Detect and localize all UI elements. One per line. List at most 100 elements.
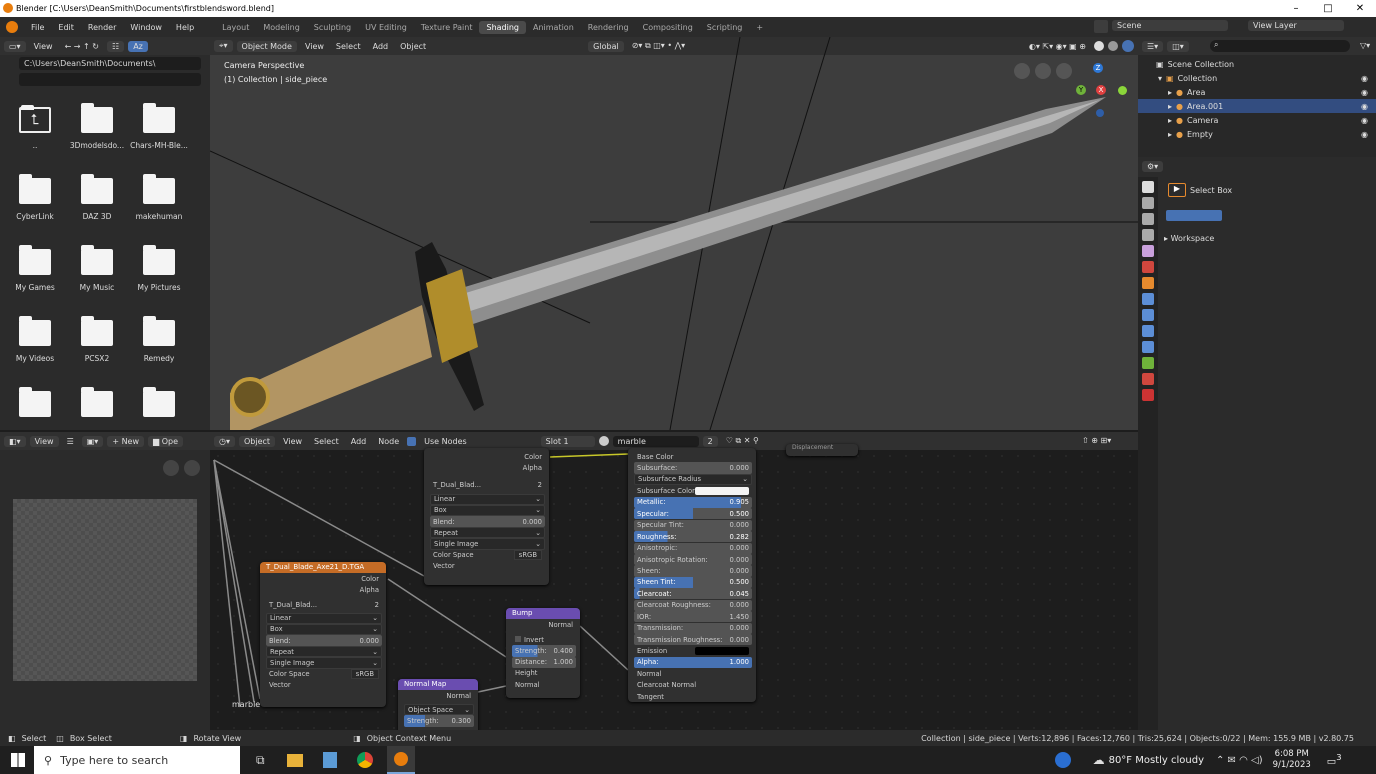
outliner-item[interactable]: ▸ ● Area ◉ xyxy=(1138,85,1376,99)
workspace-section[interactable]: ▸ Workspace xyxy=(1164,234,1214,243)
source-dropdown[interactable]: Single Image ⌄ xyxy=(266,657,382,669)
color-swatch[interactable] xyxy=(695,486,749,495)
distance-field[interactable]: Distance: 1.000 xyxy=(512,656,576,668)
constraints-tab-icon[interactable] xyxy=(1142,341,1154,353)
blend-field[interactable]: Blend: 0.000 xyxy=(266,634,382,647)
folder-item[interactable]: PCSX2 xyxy=(67,316,127,363)
strength-field[interactable]: Strength: 0.400 xyxy=(512,645,576,657)
bsdf-input-row[interactable]: Subsurface Radius ⌄ xyxy=(634,473,752,486)
folder-item[interactable]: 3Dmodelsdo... xyxy=(67,103,127,150)
image-canvas[interactable] xyxy=(13,499,197,681)
folder-item[interactable]: My Music xyxy=(67,245,127,292)
tab-animation[interactable]: Animation xyxy=(526,21,581,34)
invert-checkbox[interactable]: Invert xyxy=(512,634,576,645)
scene-icon[interactable] xyxy=(1094,20,1108,33)
tab-shading[interactable]: Shading xyxy=(479,20,526,34)
bsdf-input-row[interactable]: Sheen Tint: 0.500 xyxy=(634,576,752,588)
bsdf-input-row[interactable]: Sheen: 0.000 xyxy=(634,565,752,577)
add-workspace-button[interactable]: + xyxy=(749,21,770,34)
pan-hand-icon[interactable] xyxy=(1035,63,1051,79)
bsdf-input-row[interactable]: Clearcoat: 0.045 xyxy=(634,588,752,600)
notepad-icon[interactable] xyxy=(322,752,337,768)
tab-uv-editing[interactable]: UV Editing xyxy=(358,21,414,34)
image-view-menu[interactable]: View xyxy=(29,435,59,447)
bsdf-input-row[interactable]: Subsurface Color xyxy=(634,485,752,496)
view-layer-selector[interactable]: View Layer xyxy=(1248,20,1344,31)
space-dropdown[interactable]: Object Space ⌄ xyxy=(404,704,474,716)
interpolation-dropdown[interactable]: Linear ⌄ xyxy=(430,493,545,505)
normal-strength-field[interactable]: Strength: 0.300 xyxy=(404,715,474,727)
camera-view-icon[interactable] xyxy=(1014,63,1030,79)
selection-mode-buttons[interactable] xyxy=(1166,210,1222,221)
normal-map-node-title[interactable]: Normal Map xyxy=(398,679,478,690)
tab-layout[interactable]: Layout xyxy=(215,21,256,34)
zoom-icon[interactable] xyxy=(184,460,200,476)
file-explorer-icon[interactable] xyxy=(286,753,303,767)
new-image-button[interactable]: + New xyxy=(107,435,145,447)
visibility-eye-icon[interactable]: ◉ xyxy=(1361,74,1368,83)
task-view-icon[interactable]: ⧉ xyxy=(256,753,265,768)
folder-item[interactable]: Remedy xyxy=(129,316,189,363)
tab-compositing[interactable]: Compositing xyxy=(636,21,700,34)
gizmo-y-axis[interactable]: Y xyxy=(1076,85,1086,95)
image-browse-icon[interactable]: ▣▾ xyxy=(81,435,104,447)
folder-item[interactable]: ⮤.. xyxy=(5,105,65,150)
visibility-eye-icon[interactable]: ◉ xyxy=(1361,88,1368,97)
sort-icon[interactable]: Az xyxy=(128,40,148,52)
expand-arrow-icon[interactable]: ▸ xyxy=(1168,130,1172,139)
close-button[interactable]: ✕ xyxy=(1344,0,1376,17)
chrome-icon[interactable] xyxy=(356,752,373,768)
nav-arrows-icon[interactable]: ← → ↑ ↻ xyxy=(61,42,103,51)
visibility-eye-icon[interactable]: ◉ xyxy=(1361,102,1368,111)
view-layer-tab-icon[interactable] xyxy=(1142,229,1154,241)
scene-collection-row[interactable]: ▣ Scene Collection xyxy=(1138,57,1376,71)
menu-help[interactable]: Help xyxy=(169,23,201,32)
bsdf-input-row[interactable]: Alpha: 1.000 xyxy=(634,656,752,669)
scene-selector[interactable]: Scene xyxy=(1112,20,1228,31)
blend-field[interactable]: Blend: 0.000 xyxy=(430,515,545,528)
folder-item[interactable]: CyberLink xyxy=(5,174,65,221)
tab-rendering[interactable]: Rendering xyxy=(581,21,636,34)
data-tab-icon[interactable] xyxy=(1142,357,1154,369)
color-space-row[interactable]: Color Space sRGB xyxy=(266,669,382,680)
image-editor-type[interactable]: ◧▾ xyxy=(4,435,26,447)
editor-type-button[interactable]: ▭▾ xyxy=(4,40,26,52)
folder-item[interactable]: My Games xyxy=(5,245,65,292)
blender-taskbar-icon[interactable] xyxy=(386,746,415,774)
folder-item[interactable]: My Pictures xyxy=(129,245,189,292)
source-dropdown[interactable]: Single Image ⌄ xyxy=(430,538,545,550)
render-tab-icon[interactable] xyxy=(1142,197,1154,209)
projection-dropdown[interactable]: Box ⌄ xyxy=(430,504,545,516)
principled-bsdf-node[interactable]: Base Color Subsurface: 0.000 Subsurface Rad… xyxy=(628,448,756,702)
bsdf-input-row[interactable]: Transmission: 0.000 xyxy=(634,622,752,634)
bsdf-input-row[interactable]: Anisotropic Rotation: 0.000 xyxy=(634,553,752,566)
folder-item[interactable]: My Videos xyxy=(5,316,65,363)
image-selector[interactable]: T_Dual_Blad... 2 xyxy=(430,479,545,490)
bsdf-input-row[interactable]: Metallic: 0.905 xyxy=(634,496,752,508)
bump-node[interactable]: Bump Normal Invert Strength: 0.400 Distan… xyxy=(506,608,580,698)
notification-icon[interactable]: ▭3 xyxy=(1327,752,1342,767)
object-tab-icon[interactable] xyxy=(1142,277,1154,289)
bsdf-input-row[interactable]: Transmission Roughness: 0.000 xyxy=(634,634,752,646)
expand-arrow-icon[interactable]: ▾ xyxy=(1158,74,1162,83)
hamburger-icon[interactable]: ☰ xyxy=(63,437,78,446)
bsdf-input-row[interactable]: Emission xyxy=(634,645,752,656)
modifier-tab-icon[interactable] xyxy=(1142,293,1154,305)
bsdf-input-row[interactable]: Clearcoat Normal xyxy=(634,680,752,691)
outliner-search-input[interactable]: ⌕ xyxy=(1210,40,1350,52)
menu-window[interactable]: Window xyxy=(123,23,169,32)
physics-tab-icon[interactable] xyxy=(1142,325,1154,337)
folder-item[interactable]: makehuman xyxy=(129,174,189,221)
folder-item[interactable] xyxy=(5,387,65,425)
normal-map-node[interactable]: Normal Map Normal Object Space ⌄ Strength… xyxy=(398,679,478,730)
properties-editor-type[interactable]: ⚙▾ xyxy=(1142,160,1164,172)
outliner-item[interactable]: ▸ ● Camera ◉ xyxy=(1138,113,1376,127)
minimize-button[interactable]: – xyxy=(1280,0,1312,17)
filename-field[interactable] xyxy=(19,73,201,86)
image-texture-node-title[interactable]: T_Dual_Blade_Axe21_D.TGA xyxy=(260,562,386,573)
color-swatch[interactable] xyxy=(695,647,749,656)
tool-tab-icon[interactable] xyxy=(1142,181,1154,193)
menu-file[interactable]: File xyxy=(24,23,51,32)
pan-icon[interactable] xyxy=(163,460,179,476)
weather-text[interactable]: 80°F Mostly cloudy xyxy=(1109,755,1204,766)
